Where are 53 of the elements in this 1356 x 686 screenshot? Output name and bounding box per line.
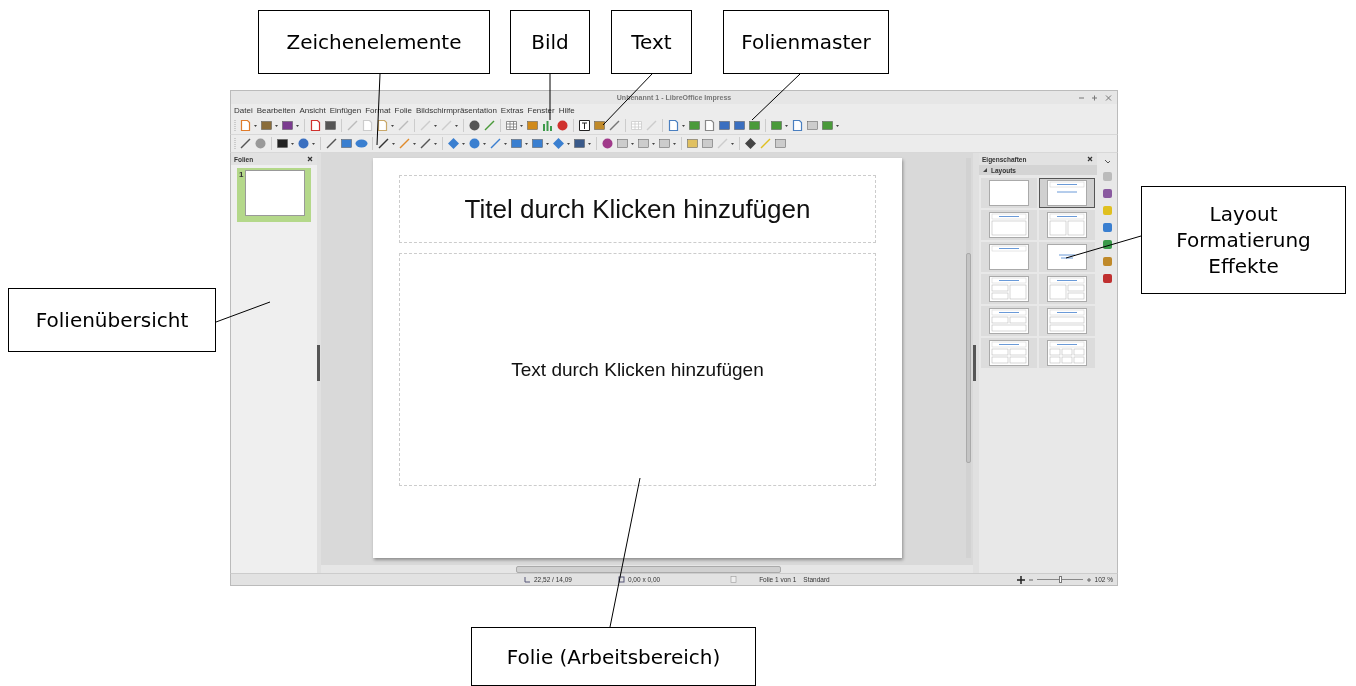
expand-triangle-icon[interactable] [983, 167, 988, 173]
splitter-handle[interactable] [973, 345, 976, 381]
menu-item[interactable]: Hilfe [558, 106, 575, 115]
callout-label: Folienübersicht [8, 288, 216, 352]
toolbar-grip-icon[interactable] [234, 118, 237, 133]
page-icon[interactable] [703, 119, 716, 132]
layout-option[interactable] [1039, 178, 1095, 208]
ellipse-icon[interactable] [355, 137, 368, 150]
diamond-icon[interactable] [447, 137, 460, 150]
horizontal-scrollbar[interactable] [321, 565, 973, 573]
layout-option[interactable] [1039, 242, 1095, 272]
slide-thumbnail-row[interactable]: 1 [237, 168, 311, 222]
zoom-out-icon[interactable] [1027, 576, 1034, 583]
fit-icon[interactable] [1016, 575, 1025, 584]
text-box-icon[interactable] [578, 119, 591, 132]
chart-icon[interactable] [541, 119, 554, 132]
slide-number: 1 [239, 170, 244, 181]
line-icon[interactable] [325, 137, 338, 150]
menu-item[interactable]: Folie [394, 106, 412, 115]
toolbar-grip-icon[interactable] [234, 136, 237, 151]
callout-label: Folienmaster [723, 10, 889, 74]
rectangle-icon[interactable] [340, 137, 353, 150]
content-placeholder[interactable]: Text durch Klicken hinzufügen [399, 253, 876, 486]
vertical-scrollbar[interactable] [966, 158, 971, 558]
menu-item[interactable]: Bearbeiten [256, 106, 296, 115]
document-modified-icon[interactable] [730, 576, 738, 583]
leader-line [602, 73, 653, 126]
leader-line [549, 73, 551, 121]
menu-item[interactable]: Ansicht [299, 106, 326, 115]
title-placeholder[interactable]: Titel durch Klicken hinzufügen [399, 175, 876, 243]
callout-label: Text [611, 10, 692, 74]
close-icon[interactable] [1087, 156, 1093, 162]
leader-line [215, 301, 271, 323]
table-icon[interactable] [505, 119, 518, 132]
document-icon[interactable] [239, 119, 252, 132]
leader-line [751, 73, 801, 121]
callout-label: Bild [510, 10, 590, 74]
slide-thumbnail[interactable] [245, 170, 306, 216]
position-icon [524, 576, 531, 583]
callout-label: Zeichenelemente [258, 10, 490, 74]
line-color-icon[interactable] [276, 137, 289, 150]
menu-icon[interactable] [1103, 158, 1111, 165]
close-icon[interactable] [307, 156, 313, 162]
callout-label: Folie (Arbeitsbereich) [471, 627, 756, 686]
callout-label: Layout Formatierung Effekte [1141, 186, 1346, 294]
size-icon [617, 576, 625, 583]
menu-item[interactable]: Extras [500, 106, 524, 115]
window-controls-icon[interactable] [1077, 94, 1113, 102]
menu-item[interactable]: Datei [234, 106, 253, 115]
zoom-in-icon[interactable] [1085, 576, 1092, 583]
splitter-handle[interactable] [317, 345, 320, 381]
menu-item[interactable]: Einfügen [329, 106, 362, 115]
menu-item[interactable]: Bildschirmpräsentation [415, 106, 497, 115]
